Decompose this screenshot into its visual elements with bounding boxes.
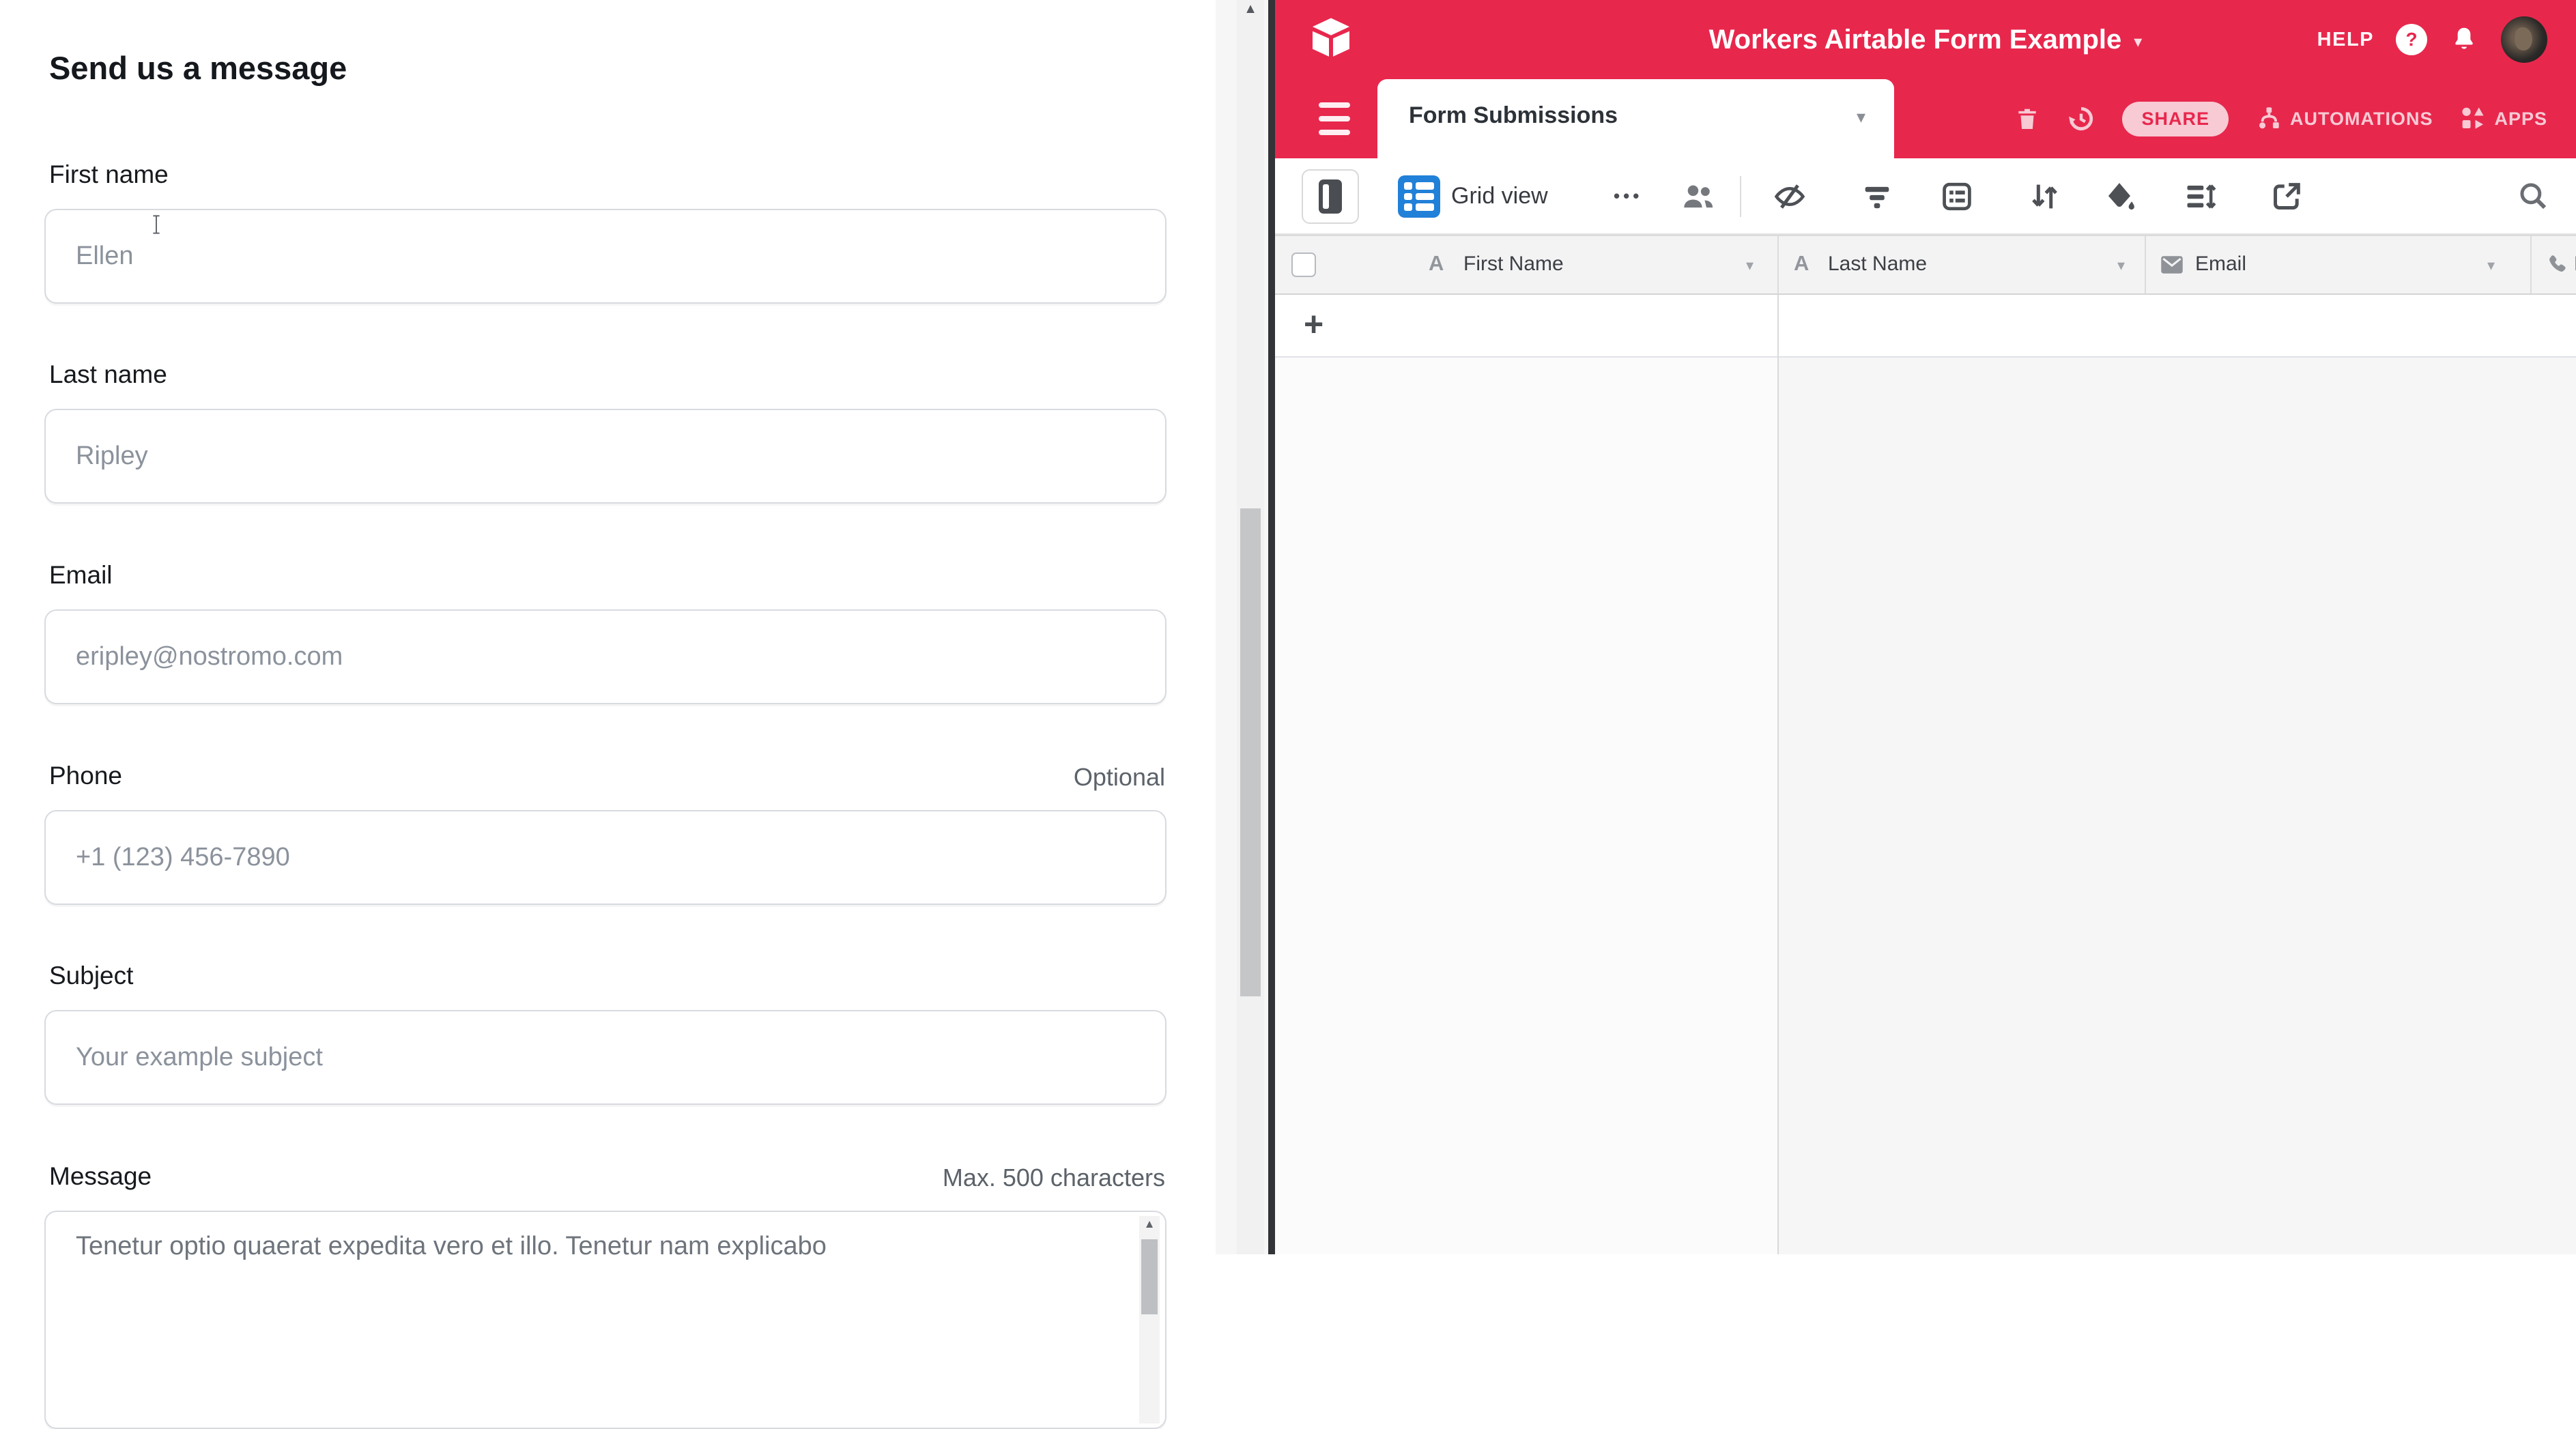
grid-body <box>1779 358 2576 1254</box>
search-icon[interactable] <box>2516 179 2550 213</box>
grid-column-headers: A First Name ▾ A Last Name ▾ Email ▾ Pho… <box>1275 235 2576 295</box>
window-gutter: ▲ <box>1216 0 1275 1254</box>
column-header-last-name[interactable]: A Last Name ▾ <box>1779 236 2145 293</box>
ibeam-cursor <box>152 214 161 235</box>
chevron-down-icon[interactable]: ▾ <box>1857 106 1865 128</box>
column-header-email[interactable]: Email ▾ <box>2146 236 2530 293</box>
airtable-pane: Workers Airtable Form Example ▾ HELP ? F… <box>1275 0 2576 1254</box>
last-name-label-row: Last name <box>44 360 1167 392</box>
subject-input[interactable] <box>44 1010 1167 1105</box>
menu-icon[interactable] <box>1319 102 1350 135</box>
page-scrollbar[interactable]: ▲ <box>1237 0 1264 1254</box>
help-button[interactable]: HELP <box>2317 29 2374 51</box>
tab-form-submissions[interactable]: Form Submissions ▾ <box>1377 79 1894 158</box>
frozen-column-divider <box>1777 295 1779 358</box>
group-icon[interactable] <box>1939 179 1975 214</box>
last-name-input[interactable] <box>44 409 1167 504</box>
chevron-down-icon[interactable]: ▾ <box>1746 257 1754 274</box>
view-toolbar: Grid view ••• <box>1275 158 2576 235</box>
contact-form-pane: Send us a message First name Last name E… <box>0 0 1216 1254</box>
toolbar-divider <box>1740 176 1741 217</box>
automations-icon <box>2255 103 2283 134</box>
email-label: Email <box>49 561 113 590</box>
message-label: Message <box>49 1162 152 1191</box>
history-icon[interactable] <box>2066 104 2096 134</box>
scrollbar-up-icon[interactable]: ▲ <box>1237 1 1264 17</box>
phone-input[interactable] <box>44 810 1167 905</box>
airtable-header: Workers Airtable Form Example ▾ HELP ? <box>1275 0 2576 79</box>
first-name-input[interactable] <box>44 209 1167 304</box>
view-name[interactable]: Grid view <box>1451 183 1548 210</box>
row-height-icon[interactable] <box>2183 179 2218 214</box>
phone-label: Phone <box>49 762 122 790</box>
subject-label-row: Subject <box>44 962 1167 993</box>
email-field-icon <box>2160 254 2184 276</box>
help-question-icon[interactable]: ? <box>2396 24 2427 55</box>
avatar[interactable] <box>2501 16 2547 63</box>
column-header-first-name[interactable]: A First Name ▾ <box>1275 236 1777 293</box>
view-options-icon[interactable]: ••• <box>1614 186 1642 207</box>
apps-label: APPS <box>2494 109 2547 130</box>
apps-button[interactable]: APPS <box>2459 104 2547 133</box>
hide-fields-icon[interactable] <box>1772 179 1807 214</box>
message-maxchars-hint: Max. 500 characters <box>943 1164 1165 1192</box>
bell-icon[interactable] <box>2449 25 2479 55</box>
grid-body-frozen <box>1275 358 1777 1254</box>
chevron-down-icon[interactable]: ▾ <box>2487 257 2495 274</box>
add-record-row[interactable]: + <box>1275 295 2576 358</box>
table-name: Form Submissions <box>1409 102 1618 129</box>
message-text: Tenetur optio quaerat expedita vero et i… <box>76 1228 1111 1265</box>
table-tab-bar: Form Submissions ▾ SHARE AUT <box>1275 79 2576 158</box>
filter-icon[interactable] <box>1859 179 1895 214</box>
text-field-icon: A <box>1429 251 1444 276</box>
page-scroll-thumb[interactable] <box>1240 508 1261 996</box>
column-header-phone[interactable]: Phone <box>2532 236 2576 293</box>
phone-label-row: Phone Optional <box>44 762 1167 793</box>
text-field-icon: A <box>1794 251 1809 276</box>
sidebar-toggle-icon <box>1319 179 1342 214</box>
grid-view-icon[interactable] <box>1398 175 1440 218</box>
email-input[interactable] <box>44 609 1167 704</box>
phone-optional-hint: Optional <box>1074 763 1165 792</box>
color-icon[interactable] <box>2102 179 2137 214</box>
window-divider[interactable] <box>1268 0 1275 1254</box>
plus-icon[interactable]: + <box>1304 304 1323 344</box>
base-title[interactable]: Workers Airtable Form Example <box>1709 25 2122 55</box>
chevron-down-icon[interactable]: ▾ <box>2134 28 2142 52</box>
trash-icon[interactable] <box>2014 104 2040 133</box>
automations-label: AUTOMATIONS <box>2290 109 2433 130</box>
scroll-up-icon[interactable]: ▲ <box>1139 1217 1160 1231</box>
page-title: Send us a message <box>49 49 347 87</box>
subject-label: Subject <box>49 962 133 990</box>
message-textarea[interactable]: Tenetur optio quaerat expedita vero et i… <box>44 1211 1167 1429</box>
collaborators-icon[interactable] <box>1679 179 1717 214</box>
textarea-scrollbar[interactable]: ▲ <box>1139 1216 1160 1424</box>
sidebar-toggle-button[interactable] <box>1302 169 1359 224</box>
last-name-label: Last name <box>49 360 167 389</box>
email-label-row: Email <box>44 561 1167 592</box>
automations-button[interactable]: AUTOMATIONS <box>2255 103 2433 134</box>
open-view-icon[interactable] <box>2269 179 2304 214</box>
textarea-scroll-thumb[interactable] <box>1141 1239 1158 1314</box>
apps-icon <box>2459 104 2487 133</box>
sort-icon[interactable] <box>2027 179 2062 214</box>
chevron-down-icon[interactable]: ▾ <box>2117 257 2125 274</box>
share-button[interactable]: SHARE <box>2122 102 2229 136</box>
phone-field-icon <box>2544 252 2568 277</box>
first-name-label: First name <box>49 160 169 189</box>
message-label-row: Message Max. 500 characters <box>44 1162 1167 1194</box>
first-name-label-row: First name <box>44 160 1167 192</box>
